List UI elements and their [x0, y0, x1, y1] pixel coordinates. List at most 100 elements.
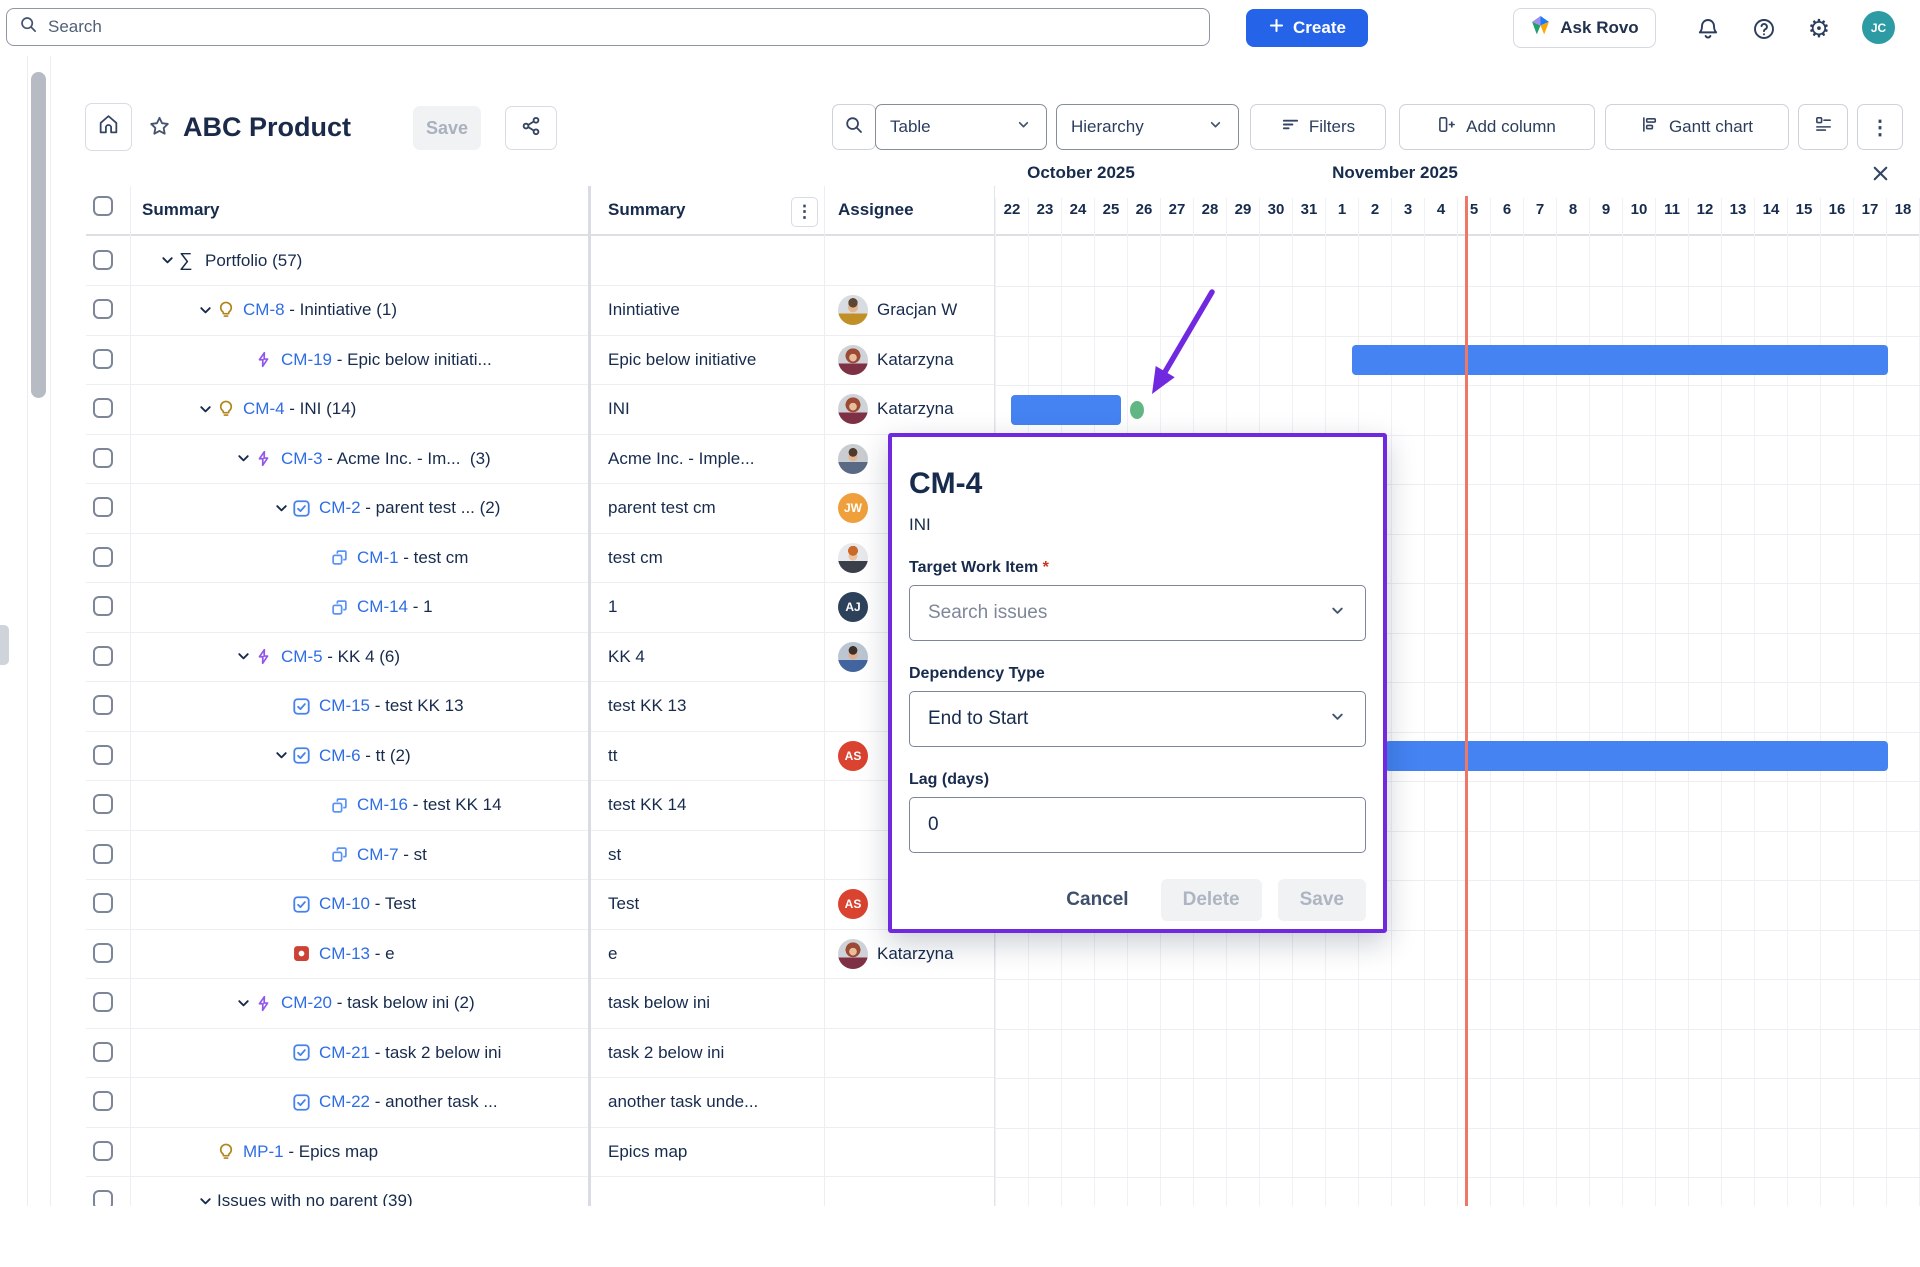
help-icon[interactable]	[1751, 16, 1777, 42]
assignee-cell[interactable]: Gracjan W	[838, 286, 995, 335]
row-expander-chevron[interactable]	[155, 253, 179, 268]
summary2-cell[interactable]: parent test cm	[608, 484, 818, 533]
add-column-button[interactable]: Add column	[1399, 104, 1595, 150]
row-expander-chevron[interactable]	[193, 402, 217, 417]
row-checkbox[interactable]	[93, 1091, 113, 1111]
row-checkbox[interactable]	[93, 349, 113, 369]
issue-key-link[interactable]: CM-14	[357, 597, 408, 617]
more-options-kebab-button[interactable]: ⋮	[1857, 104, 1903, 150]
issue-key-link[interactable]: CM-2	[319, 498, 361, 518]
issue-key-link[interactable]: CM-1	[357, 548, 399, 568]
row-expander-chevron[interactable]	[269, 748, 293, 763]
gantt-bar-cm19[interactable]	[1352, 345, 1888, 375]
issue-key-link[interactable]: CM-6	[319, 746, 361, 766]
issue-key-link[interactable]: CM-3	[281, 449, 323, 469]
column-resize-divider[interactable]	[588, 186, 591, 1206]
assignee-cell[interactable]	[838, 237, 995, 286]
issue-key-link[interactable]: CM-10	[319, 894, 370, 914]
summary2-cell[interactable]: 1	[608, 583, 818, 632]
filters-button[interactable]: Filters	[1250, 104, 1386, 150]
detail-view-button[interactable]	[1798, 104, 1848, 150]
grouping-select[interactable]: Hierarchy	[1056, 104, 1239, 150]
row-checkbox[interactable]	[93, 794, 113, 814]
summary2-cell[interactable]: task below ini	[608, 979, 818, 1028]
issue-key-link[interactable]: CM-5	[281, 647, 323, 667]
home-button[interactable]	[85, 103, 132, 151]
row-checkbox[interactable]	[93, 547, 113, 567]
target-work-item-select[interactable]: Search issues	[909, 585, 1366, 641]
summary2-cell[interactable]: Acme Inc. - Imple...	[608, 435, 818, 484]
row-checkbox[interactable]	[93, 497, 113, 517]
gantt-bar-cm4[interactable]	[1011, 395, 1121, 425]
summary2-cell[interactable]: test KK 13	[608, 682, 818, 731]
assignee-cell[interactable]	[838, 1078, 995, 1127]
row-checkbox[interactable]	[93, 893, 113, 913]
delete-button[interactable]: Delete	[1161, 879, 1262, 921]
row-checkbox[interactable]	[93, 745, 113, 765]
summary2-cell[interactable]: INI	[608, 385, 818, 434]
assignee-cell[interactable]: Katarzyna	[838, 385, 995, 434]
save-button[interactable]: Save	[413, 106, 481, 150]
summary2-cell[interactable]: test KK 14	[608, 781, 818, 830]
issue-key-link[interactable]: CM-22	[319, 1092, 370, 1112]
summary2-cell[interactable]: Epic below initiative	[608, 336, 818, 385]
issue-key-link[interactable]: CM-8	[243, 300, 285, 320]
summary2-cell[interactable]: tt	[608, 732, 818, 781]
column-header-assignee[interactable]: Assignee	[838, 200, 914, 220]
row-expander-chevron[interactable]	[269, 501, 293, 516]
gantt-bar-cm6[interactable]	[1385, 741, 1888, 771]
assignee-cell[interactable]	[838, 1128, 995, 1177]
row-checkbox[interactable]	[93, 398, 113, 418]
timeline-close-button[interactable]	[1866, 159, 1894, 187]
row-checkbox[interactable]	[93, 299, 113, 319]
row-expander-chevron[interactable]	[231, 649, 255, 664]
summary2-cell[interactable]: KK 4	[608, 633, 818, 682]
dependency-type-select[interactable]: End to Start	[909, 691, 1366, 747]
row-expander-chevron[interactable]	[193, 303, 217, 318]
summary2-cell[interactable]: Inintiative	[608, 286, 818, 335]
issue-key-link[interactable]: CM-15	[319, 696, 370, 716]
row-expander-chevron[interactable]	[231, 451, 255, 466]
summary2-cell[interactable]	[608, 237, 818, 286]
assignee-cell[interactable]: Katarzyna	[838, 930, 995, 979]
assignee-cell[interactable]	[838, 1029, 995, 1078]
issue-key-link[interactable]: CM-7	[357, 845, 399, 865]
dialog-save-button[interactable]: Save	[1278, 879, 1366, 921]
row-checkbox[interactable]	[93, 844, 113, 864]
assignee-cell[interactable]: Katarzyna	[838, 336, 995, 385]
gantt-chart-button[interactable]: Gantt chart	[1605, 104, 1789, 150]
lag-days-input[interactable]	[909, 797, 1366, 853]
dependency-handle-dot[interactable]	[1130, 401, 1144, 419]
issue-key-link[interactable]: CM-13	[319, 944, 370, 964]
row-checkbox[interactable]	[93, 448, 113, 468]
issue-key-link[interactable]: CM-20	[281, 993, 332, 1013]
global-search-input[interactable]: Search	[6, 8, 1210, 46]
summary2-cell[interactable]: st	[608, 831, 818, 880]
column-header-summary[interactable]: Summary	[142, 200, 219, 220]
settings-gear-icon[interactable]: ⚙	[1806, 16, 1832, 42]
share-button[interactable]	[505, 106, 557, 150]
issue-key-link[interactable]: MP-1	[243, 1142, 284, 1162]
vertical-scrollbar-thumb[interactable]	[31, 72, 46, 398]
view-mode-select[interactable]: Table	[875, 104, 1047, 150]
assignee-cell[interactable]	[838, 979, 995, 1028]
row-checkbox[interactable]	[93, 1042, 113, 1062]
summary2-cell[interactable]: test cm	[608, 534, 818, 583]
issue-key-link[interactable]: CM-21	[319, 1043, 370, 1063]
search-in-plan-button[interactable]	[832, 104, 876, 150]
summary2-cell[interactable]: Test	[608, 880, 818, 929]
column-header-summary-2[interactable]: Summary	[608, 200, 685, 220]
issue-key-link[interactable]: CM-16	[357, 795, 408, 815]
panel-resize-handle[interactable]	[0, 625, 9, 665]
issue-key-link[interactable]: CM-19	[281, 350, 332, 370]
row-checkbox[interactable]	[93, 695, 113, 715]
row-checkbox[interactable]	[93, 596, 113, 616]
favorite-star-icon[interactable]	[146, 113, 172, 139]
notifications-bell-icon[interactable]	[1695, 16, 1721, 42]
row-checkbox[interactable]	[93, 943, 113, 963]
cancel-button[interactable]: Cancel	[1050, 881, 1144, 919]
summary2-cell[interactable]: another task unde...	[608, 1078, 818, 1127]
column-menu-kebab[interactable]: ⋮	[791, 197, 818, 227]
ask-rovo-button[interactable]: Ask Rovo	[1513, 8, 1656, 48]
issue-key-link[interactable]: CM-4	[243, 399, 285, 419]
